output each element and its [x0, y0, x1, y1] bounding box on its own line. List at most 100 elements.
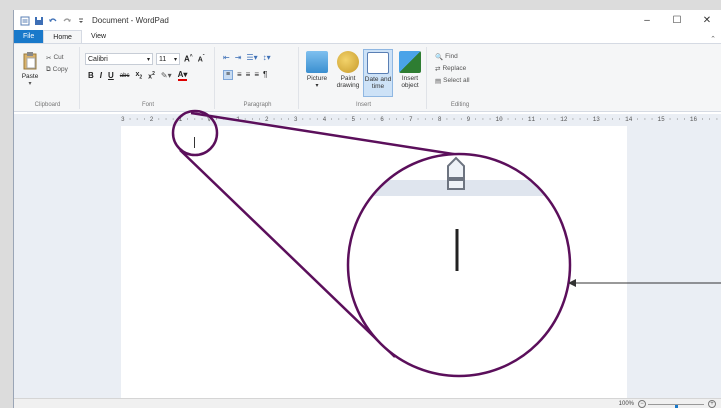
date-time-button[interactable]: Date and time	[363, 49, 393, 97]
font-family-value: Calibri	[88, 55, 108, 63]
copy-icon: ⧉	[46, 65, 51, 73]
insert-group: Picture ▾ Paint drawing Date and time Inser…	[301, 47, 427, 109]
find-label: Find	[445, 53, 458, 60]
window-controls: – ☐ ✕	[632, 10, 721, 31]
select-all-icon: ▤	[435, 77, 442, 85]
font-grow-shrink: A^ Aˇ	[184, 54, 204, 64]
grow-font-icon[interactable]: A^	[184, 54, 193, 64]
undo-icon[interactable]	[48, 16, 58, 26]
strikethrough-icon[interactable]: abc	[120, 71, 130, 81]
subscript-icon[interactable]: x2	[135, 71, 142, 81]
paragraph-group: ⇤ ⇥ ☰▾ ↕▾ ≡ ≡ ≡ ≡ ¶ Paragraph	[217, 47, 299, 109]
insert-object-button[interactable]: Insert object	[395, 51, 425, 89]
superscript-icon[interactable]: x2	[148, 71, 155, 81]
alignment-row: ≡ ≡ ≡ ≡ ¶	[223, 70, 267, 80]
zoom-in-icon[interactable]: +	[708, 400, 716, 408]
cut-label: Cut	[53, 54, 64, 61]
ribbon-tabs: File Home View ⌃	[14, 30, 721, 44]
screen: Document - WordPad – ☐ ✕ File Home View …	[0, 0, 721, 408]
object-icon	[399, 51, 421, 73]
status-bar: 100% − +	[14, 398, 721, 408]
paste-label: Paste	[21, 73, 39, 80]
bold-icon[interactable]: B	[88, 71, 94, 81]
replace-label: Replace	[442, 65, 467, 72]
zoom-level: 100%	[618, 401, 634, 407]
copy-label: Copy	[52, 66, 68, 73]
paint-drawing-button[interactable]: Paint drawing	[333, 51, 363, 89]
picture-icon	[306, 51, 328, 73]
tab-home[interactable]: Home	[43, 30, 82, 43]
minimize-button[interactable]: –	[632, 10, 662, 31]
zoom-slider[interactable]	[648, 404, 704, 408]
customize-qa-icon[interactable]	[76, 16, 86, 26]
close-button[interactable]: ✕	[692, 10, 721, 31]
shrink-font-icon[interactable]: Aˇ	[198, 54, 205, 64]
text-caret	[194, 137, 195, 148]
redo-icon[interactable]	[62, 16, 72, 26]
paint-label-1: Paint	[340, 75, 356, 82]
chevron-down-icon: ▾	[173, 56, 177, 63]
justify-icon[interactable]: ≡	[254, 70, 259, 80]
tab-view[interactable]: View	[82, 30, 115, 43]
font-group: Calibri ▾ 11 ▾ A^ Aˇ B I U abc x2 x2 ✎▾ …	[82, 47, 215, 109]
picture-label: Picture	[306, 75, 328, 82]
picture-button[interactable]: Picture ▾	[302, 51, 332, 90]
font-group-label: Font	[141, 102, 154, 108]
ribbon: Paste ▾ ✂Cut ⧉Copy Clipboard Calibri ▾	[14, 44, 721, 112]
align-center-icon[interactable]: ≡	[237, 70, 242, 80]
copy-button[interactable]: ⧉ Copy	[46, 64, 68, 75]
paint-icon	[337, 51, 359, 73]
font-size-value: 11	[159, 55, 167, 63]
find-button[interactable]: 🔍 Find	[435, 51, 458, 62]
title-bar: Document - WordPad – ☐ ✕	[14, 10, 721, 31]
calendar-icon	[367, 52, 389, 74]
line-spacing-icon[interactable]: ↕▾	[263, 53, 271, 62]
align-right-icon[interactable]: ≡	[246, 70, 251, 80]
decrease-indent-icon[interactable]: ⇤	[223, 53, 230, 62]
datetime-label-2: time	[371, 83, 385, 90]
chevron-down-icon: ▾	[146, 56, 150, 63]
insert-group-label: Insert	[355, 102, 371, 108]
cut-icon: ✂	[46, 54, 52, 62]
cut-button[interactable]: ✂ Cut	[46, 52, 64, 63]
quick-access-toolbar	[14, 16, 86, 26]
format-buttons: B I U abc x2 x2 ✎▾ A▾	[88, 71, 188, 81]
datetime-label-1: Date and	[364, 76, 392, 83]
document-page[interactable]	[121, 126, 627, 398]
font-size-select[interactable]: 11 ▾	[156, 53, 180, 65]
increase-indent-icon[interactable]: ⇥	[235, 53, 242, 62]
paragraph-dialog-icon[interactable]: ¶	[263, 70, 267, 80]
paragraph-top-row: ⇤ ⇥ ☰▾ ↕▾	[223, 53, 271, 62]
select-all-button[interactable]: ▤ Select all	[435, 75, 470, 86]
align-left-icon[interactable]: ≡	[223, 70, 233, 80]
collapse-ribbon-icon[interactable]: ⌃	[710, 35, 721, 43]
maximize-button[interactable]: ☐	[662, 10, 692, 31]
app-icon	[20, 16, 30, 26]
wordpad-window: Document - WordPad – ☐ ✕ File Home View …	[13, 10, 721, 408]
clipboard-group: Paste ▾ ✂ Cut ⧉ Copy Clipboard	[16, 47, 80, 109]
find-icon: 🔍	[435, 53, 444, 61]
clipboard-group-label: Clipboard	[34, 102, 61, 108]
paste-dropdown-icon[interactable]: ▾	[20, 80, 40, 87]
replace-icon: ⇄	[435, 65, 441, 73]
save-icon[interactable]	[34, 16, 44, 26]
document-area	[14, 114, 721, 398]
font-color-icon[interactable]: A▾	[177, 71, 188, 81]
tab-file[interactable]: File	[14, 30, 44, 43]
zoom-out-icon[interactable]: −	[638, 400, 646, 408]
paste-icon	[23, 52, 37, 70]
editing-group-label: Editing	[450, 102, 470, 108]
select-all-label: Select all	[443, 77, 470, 84]
paste-button[interactable]: Paste ▾	[20, 51, 40, 87]
window-title: Document - WordPad	[92, 16, 169, 25]
list-icon[interactable]: ☰▾	[246, 53, 257, 62]
ruler[interactable]: 3 · · · 2 · · · 1 · · · ∇ · · · 1 · · · …	[121, 115, 721, 124]
editing-group: 🔍 Find ⇄ Replace ▤ Select all Editing	[429, 47, 491, 109]
replace-button[interactable]: ⇄ Replace	[435, 63, 466, 74]
object-label-1: Insert	[401, 75, 419, 82]
paint-label-2: drawing	[336, 82, 360, 89]
font-family-select[interactable]: Calibri ▾	[85, 53, 153, 65]
italic-icon[interactable]: I	[100, 71, 102, 81]
underline-icon[interactable]: U	[108, 71, 114, 81]
highlight-icon[interactable]: ✎▾	[161, 71, 172, 81]
